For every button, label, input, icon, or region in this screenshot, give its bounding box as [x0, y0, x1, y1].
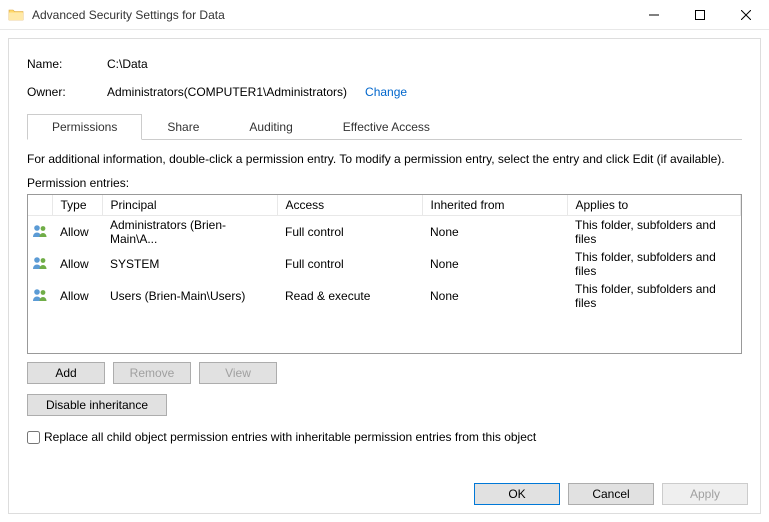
owner-row: Owner: Administrators(COMPUTER1\Administ… — [27, 85, 742, 99]
titlebar: Advanced Security Settings for Data — [0, 0, 769, 30]
remove-button[interactable]: Remove — [113, 362, 191, 384]
users-icon — [28, 216, 52, 249]
cell-inherited: None — [422, 248, 567, 280]
apply-button[interactable]: Apply — [662, 483, 748, 505]
cell-applies: This folder, subfolders and files — [567, 216, 741, 249]
cell-type: Allow — [52, 280, 102, 312]
close-button[interactable] — [723, 0, 769, 30]
tab-permissions[interactable]: Permissions — [27, 114, 142, 140]
owner-label: Owner: — [27, 85, 107, 99]
cell-inherited: None — [422, 216, 567, 249]
col-type[interactable]: Type — [52, 195, 102, 216]
disable-inheritance-button[interactable]: Disable inheritance — [27, 394, 167, 416]
name-value: C:\Data — [107, 57, 148, 71]
col-access[interactable]: Access — [277, 195, 422, 216]
col-principal[interactable]: Principal — [102, 195, 277, 216]
replace-checkbox-label[interactable]: Replace all child object permission entr… — [44, 430, 536, 444]
minimize-button[interactable] — [631, 0, 677, 30]
info-text: For additional information, double-click… — [27, 152, 742, 166]
permissions-table: Type Principal Access Inherited from App… — [27, 194, 742, 354]
cell-principal: SYSTEM — [102, 248, 277, 280]
ok-button[interactable]: OK — [474, 483, 560, 505]
folder-icon — [8, 7, 24, 23]
table-row[interactable]: AllowUsers (Brien-Main\Users)Read & exec… — [28, 280, 741, 312]
col-inherited[interactable]: Inherited from — [422, 195, 567, 216]
name-row: Name: C:\Data — [27, 57, 742, 71]
cell-type: Allow — [52, 248, 102, 280]
table-header-row: Type Principal Access Inherited from App… — [28, 195, 741, 216]
window-title: Advanced Security Settings for Data — [32, 8, 631, 22]
table-row[interactable]: AllowSYSTEMFull controlNoneThis folder, … — [28, 248, 741, 280]
view-button[interactable]: View — [199, 362, 277, 384]
cell-inherited: None — [422, 280, 567, 312]
dialog-content: Name: C:\Data Owner: Administrators(COMP… — [8, 38, 761, 514]
dialog-button-row: OK Cancel Apply — [474, 483, 748, 505]
name-label: Name: — [27, 57, 107, 71]
entry-button-row: Add Remove View — [27, 362, 742, 384]
cell-principal: Users (Brien-Main\Users) — [102, 280, 277, 312]
window-controls — [631, 0, 769, 30]
col-applies[interactable]: Applies to — [567, 195, 741, 216]
maximize-button[interactable] — [677, 0, 723, 30]
table-row[interactable]: AllowAdministrators (Brien-Main\A...Full… — [28, 216, 741, 249]
cell-type: Allow — [52, 216, 102, 249]
users-icon — [28, 248, 52, 280]
users-icon — [28, 280, 52, 312]
tab-bar: Permissions Share Auditing Effective Acc… — [27, 113, 742, 140]
cancel-button[interactable]: Cancel — [568, 483, 654, 505]
change-owner-link[interactable]: Change — [365, 85, 407, 99]
tab-effective-access[interactable]: Effective Access — [318, 114, 455, 140]
cell-principal: Administrators (Brien-Main\A... — [102, 216, 277, 249]
add-button[interactable]: Add — [27, 362, 105, 384]
cell-applies: This folder, subfolders and files — [567, 280, 741, 312]
owner-value: Administrators(COMPUTER1\Administrators) — [107, 85, 347, 99]
cell-access: Full control — [277, 248, 422, 280]
cell-access: Full control — [277, 216, 422, 249]
cell-applies: This folder, subfolders and files — [567, 248, 741, 280]
entries-label: Permission entries: — [27, 176, 742, 190]
inheritance-button-row: Disable inheritance — [27, 394, 742, 416]
col-icon[interactable] — [28, 195, 52, 216]
tab-auditing[interactable]: Auditing — [224, 114, 317, 140]
replace-checkbox[interactable] — [27, 431, 40, 444]
cell-access: Read & execute — [277, 280, 422, 312]
tab-share[interactable]: Share — [142, 114, 224, 140]
replace-checkbox-row: Replace all child object permission entr… — [27, 430, 742, 444]
